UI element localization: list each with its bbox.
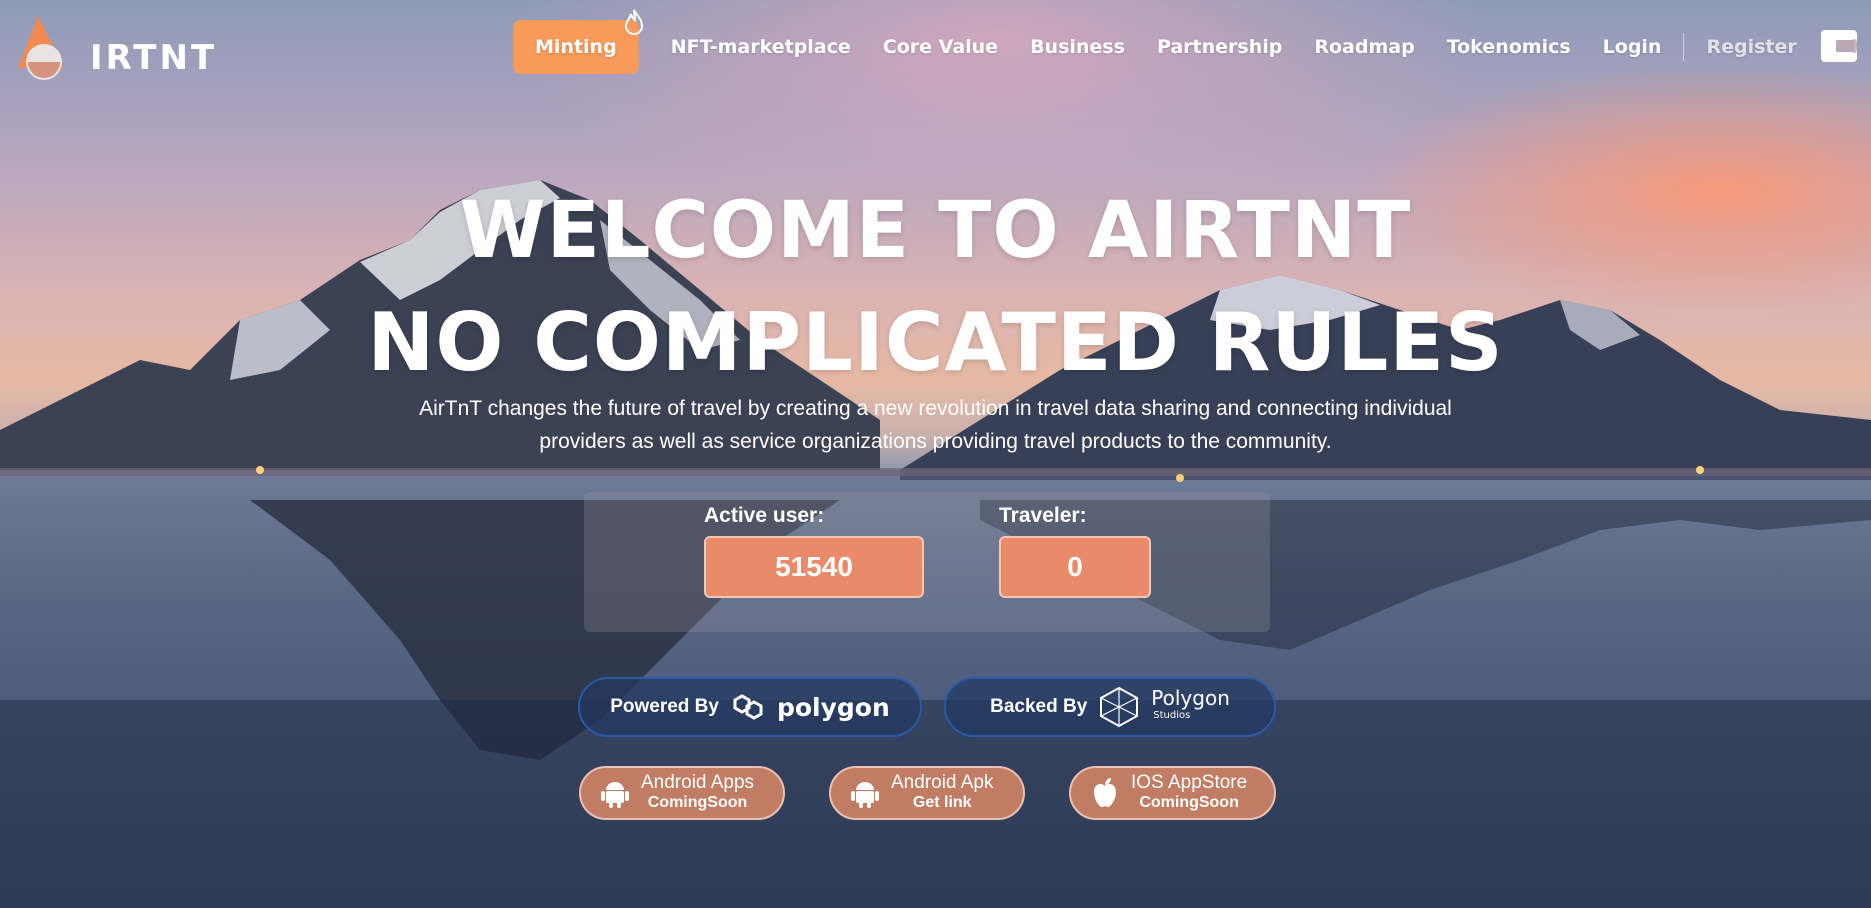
ios-appstore-text: IOS AppStore ComingSoon	[1131, 773, 1247, 813]
nav-nft-marketplace[interactable]: NFT-marketplace	[655, 36, 867, 58]
apple-icon	[1094, 778, 1116, 807]
hero-title-line2: NO COMPLICATED RULES	[367, 296, 1504, 389]
android-apk-title: Android Apk	[891, 772, 994, 793]
nav-login[interactable]: Login	[1587, 36, 1678, 58]
polygon-logo-icon	[733, 694, 763, 720]
backed-by-polygon-studios-badge[interactable]: Backed By Polygon Studios	[944, 677, 1276, 737]
ios-appstore-button[interactable]: IOS AppStore ComingSoon	[1069, 766, 1276, 820]
logo-text: IRTNT	[90, 38, 218, 78]
nav-minting[interactable]: Minting	[513, 9, 643, 74]
hero-description-line2: providers as well as service organizatio…	[539, 430, 1332, 453]
nav-tokenomics[interactable]: Tokenomics	[1431, 36, 1587, 58]
powered-by-polygon-badge[interactable]: Powered By polygon	[578, 677, 922, 737]
android-apk-button[interactable]: Android Apk Get link	[829, 766, 1025, 820]
backed-by-label: Backed By	[990, 696, 1088, 717]
android-icon	[601, 782, 629, 808]
stats-panel	[584, 492, 1270, 632]
android-icon	[851, 782, 879, 808]
nav-core-value[interactable]: Core Value	[867, 36, 1014, 58]
active-user-count: 51540	[704, 536, 924, 598]
nav-divider	[1683, 33, 1685, 61]
active-user-label: Active user:	[704, 504, 825, 527]
android-apps-title: Android Apps	[641, 772, 755, 793]
nav-minting-label: Minting	[535, 36, 617, 58]
traveler-count: 0	[999, 536, 1151, 598]
traveler-label: Traveler:	[999, 504, 1087, 527]
hero-description: AirTnT changes the future of travel by c…	[0, 392, 1871, 458]
polygon-studios-logo-icon	[1100, 686, 1139, 728]
android-apps-text: Android Apps ComingSoon	[641, 773, 754, 813]
hero-description-line1: AirTnT changes the future of travel by c…	[419, 397, 1452, 420]
wallet-icon[interactable]	[1819, 28, 1859, 64]
android-apk-subtitle: Get link	[912, 794, 972, 811]
nav-register[interactable]: Register	[1690, 36, 1812, 58]
nav-roadmap[interactable]: Roadmap	[1298, 36, 1430, 58]
powered-by-label: Powered By	[610, 696, 719, 717]
nav-business[interactable]: Business	[1014, 36, 1141, 58]
top-navigation: Minting NFT-marketplace Core Value Busin…	[513, 9, 1813, 74]
nav-partnership[interactable]: Partnership	[1141, 36, 1298, 58]
logo-mark-icon	[18, 16, 64, 80]
polygon-wordmark: polygon	[776, 692, 890, 722]
ios-appstore-subtitle: ComingSoon	[1139, 794, 1239, 811]
ios-appstore-title: IOS AppStore	[1131, 772, 1248, 793]
polygon-studios-wordmark: Polygon Studios	[1151, 688, 1230, 725]
airtnt-logo[interactable]: IRTNT	[10, 10, 214, 82]
flame-icon	[624, 9, 643, 35]
android-apps-button[interactable]: Android Apps ComingSoon	[579, 766, 785, 820]
android-apps-subtitle: ComingSoon	[647, 794, 748, 811]
android-apk-text: Android Apk Get link	[891, 773, 993, 813]
hero-title-line1: WELCOME TO AIRTNT	[459, 186, 1412, 276]
